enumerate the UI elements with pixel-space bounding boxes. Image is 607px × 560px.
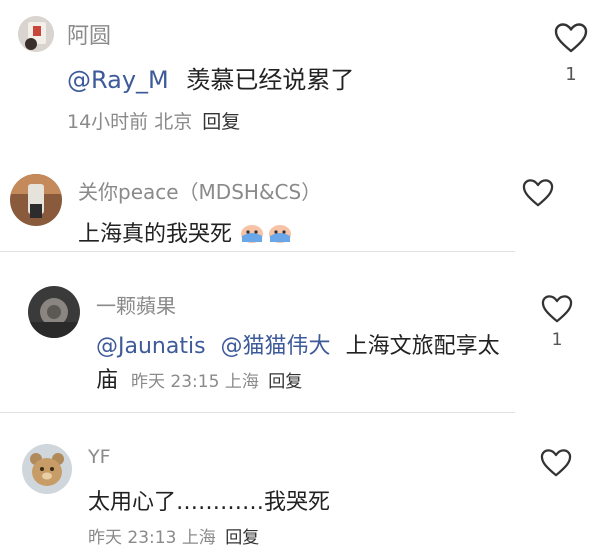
comment-item: YF 太用心了…………我哭死 昨天 23:13 上海 回复 xyxy=(0,430,607,560)
like-count: 1 xyxy=(551,330,563,350)
avatar-photo-icon xyxy=(10,174,62,226)
comment-author[interactable]: YF xyxy=(88,446,111,468)
avatar[interactable] xyxy=(22,444,72,494)
comment-item: 关你peace（MDSH&CS） 上海真的我哭死 xyxy=(0,150,607,250)
avatar[interactable] xyxy=(28,286,80,338)
mention-link[interactable]: @Ray_M xyxy=(67,66,169,94)
comment-body: 上海真的我哭死 xyxy=(78,222,233,247)
comment-author[interactable]: 关你peace（MDSH&CS） xyxy=(78,176,321,205)
divider xyxy=(0,412,515,413)
comment-time: 昨天 23:13 xyxy=(88,528,177,548)
comment-time: 昨天 23:15 xyxy=(131,372,220,392)
reply-button[interactable]: 回复 xyxy=(202,111,240,133)
reply-button[interactable]: 回复 xyxy=(268,372,302,392)
like-count: 1 xyxy=(565,64,577,85)
crying-face-emoji-icon xyxy=(239,222,293,250)
heart-icon[interactable] xyxy=(522,178,554,208)
comment-body: 上海文旅配享太 xyxy=(345,334,500,359)
comment-text: 太用心了…………我哭死 xyxy=(88,484,330,516)
comment-meta: 昨天 23:15 上海 回复 xyxy=(131,372,302,392)
reply-button[interactable]: 回复 xyxy=(225,528,259,548)
comment-text: @Ray_M 羡慕已经说累了 xyxy=(67,60,354,95)
avatar[interactable] xyxy=(18,16,54,52)
comment-time: 14小时前 xyxy=(67,111,149,133)
comment-item: 一颗蘋果 @Jaunatis @猫猫伟大 上海文旅配享太 庙 昨天 23:15 … xyxy=(0,270,607,410)
comment-body: 庙 xyxy=(96,368,119,393)
divider xyxy=(0,251,515,252)
comment-location: 北京 xyxy=(154,111,193,133)
comment-text: @Jaunatis @猫猫伟大 上海文旅配享太 xyxy=(96,328,500,360)
comment-body: 太用心了…………我哭死 xyxy=(88,490,331,515)
comment-author[interactable]: 一颗蘋果 xyxy=(96,290,176,319)
heart-icon[interactable] xyxy=(540,448,572,478)
comment-location: 上海 xyxy=(181,528,216,548)
avatar-photo-icon xyxy=(28,286,80,338)
avatar-photo-icon xyxy=(22,444,72,494)
avatar-photo-icon xyxy=(18,16,54,52)
comment-author[interactable]: 阿圆 xyxy=(67,18,111,50)
comment-location: 上海 xyxy=(224,372,259,392)
comment-item: 阿圆 @Ray_M 羡慕已经说累了 14小时前 北京 回复 1 xyxy=(0,0,607,150)
comment-text-continued: 庙 昨天 23:15 上海 回复 xyxy=(96,362,302,394)
heart-icon[interactable] xyxy=(541,294,573,324)
heart-icon[interactable] xyxy=(554,22,588,54)
comment-text: 上海真的我哭死 xyxy=(78,216,293,250)
comment-meta: 14小时前 北京 回复 xyxy=(67,107,240,134)
mention-link[interactable]: @Jaunatis xyxy=(96,334,206,359)
avatar[interactable] xyxy=(10,174,62,226)
mention-link[interactable]: @猫猫伟大 xyxy=(221,334,331,359)
comment-meta: 昨天 23:13 上海 回复 xyxy=(88,523,259,548)
comment-body: 羡慕已经说累了 xyxy=(186,66,355,94)
